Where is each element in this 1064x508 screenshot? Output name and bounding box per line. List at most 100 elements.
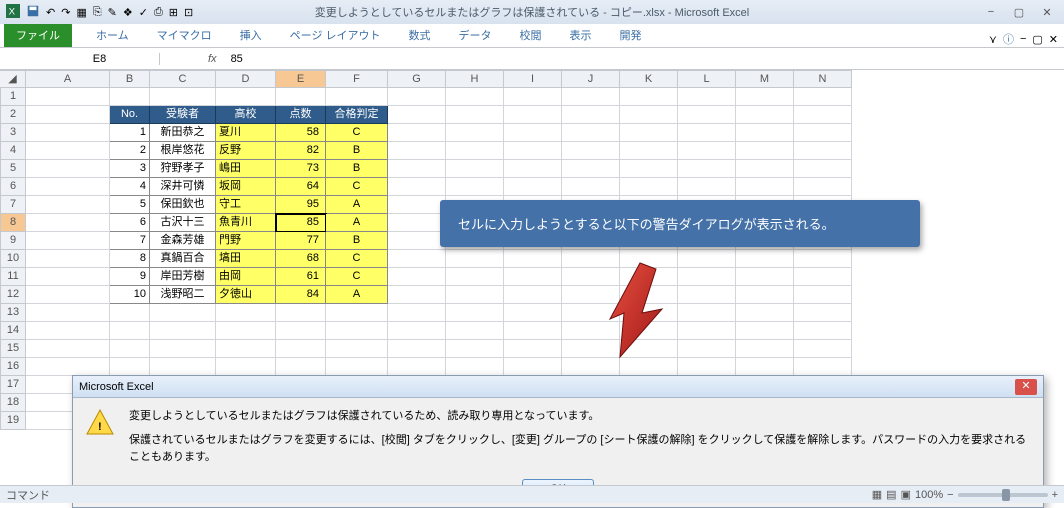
cell[interactable]: [446, 124, 504, 142]
qat-icon[interactable]: ▦: [76, 6, 86, 19]
cell[interactable]: [150, 88, 216, 106]
qat-icon[interactable]: ⎙: [154, 6, 163, 19]
cell[interactable]: [736, 178, 794, 196]
cell[interactable]: [26, 250, 110, 268]
cell[interactable]: [26, 160, 110, 178]
cell[interactable]: 夕徳山: [216, 286, 276, 304]
cell[interactable]: [794, 322, 852, 340]
cell[interactable]: 8: [110, 250, 150, 268]
dialog-close-button[interactable]: ✕: [1015, 379, 1037, 395]
cell[interactable]: C: [326, 268, 388, 286]
cell[interactable]: [794, 250, 852, 268]
tab-review[interactable]: 校閲: [506, 23, 556, 47]
cell[interactable]: 95: [276, 196, 326, 214]
cell[interactable]: 根岸悠花: [150, 142, 216, 160]
cell[interactable]: [276, 358, 326, 376]
cell[interactable]: [794, 340, 852, 358]
cell[interactable]: [620, 142, 678, 160]
cell[interactable]: [678, 322, 736, 340]
cell[interactable]: B: [326, 142, 388, 160]
redo-icon[interactable]: ↷: [61, 6, 70, 19]
col-header[interactable]: M: [736, 70, 794, 88]
cell[interactable]: [678, 178, 736, 196]
cell[interactable]: [794, 178, 852, 196]
cell[interactable]: [736, 88, 794, 106]
ribbon-close-icon[interactable]: ✕: [1049, 33, 1058, 46]
tab-data[interactable]: データ: [445, 23, 506, 47]
cell[interactable]: 点数: [276, 106, 326, 124]
maximize-button[interactable]: ▢: [1008, 4, 1030, 20]
cell[interactable]: [388, 124, 446, 142]
cell[interactable]: 7: [110, 232, 150, 250]
cell[interactable]: [504, 250, 562, 268]
cell[interactable]: [504, 322, 562, 340]
col-header[interactable]: J: [562, 70, 620, 88]
cell[interactable]: [562, 178, 620, 196]
cell[interactable]: 77: [276, 232, 326, 250]
cell[interactable]: B: [326, 160, 388, 178]
cell[interactable]: 73: [276, 160, 326, 178]
row-header[interactable]: 5: [0, 160, 26, 178]
cell[interactable]: 金森芳雄: [150, 232, 216, 250]
cell[interactable]: [678, 88, 736, 106]
cell[interactable]: [736, 124, 794, 142]
cell[interactable]: 嶋田: [216, 160, 276, 178]
cell[interactable]: 新田恭之: [150, 124, 216, 142]
cell[interactable]: [504, 124, 562, 142]
cell[interactable]: [736, 340, 794, 358]
cell[interactable]: [446, 160, 504, 178]
row-header[interactable]: 10: [0, 250, 26, 268]
row-header[interactable]: 1: [0, 88, 26, 106]
cell[interactable]: [504, 178, 562, 196]
cell[interactable]: [26, 214, 110, 232]
cell[interactable]: [276, 304, 326, 322]
cell[interactable]: 合格判定: [326, 106, 388, 124]
cell[interactable]: 4: [110, 178, 150, 196]
cell[interactable]: [736, 286, 794, 304]
tab-view[interactable]: 表示: [556, 23, 606, 47]
cell[interactable]: A: [326, 196, 388, 214]
row-header[interactable]: 13: [0, 304, 26, 322]
cell[interactable]: [216, 358, 276, 376]
cell[interactable]: 真鍋百合: [150, 250, 216, 268]
dialog-titlebar[interactable]: Microsoft Excel ✕: [73, 376, 1043, 398]
cell[interactable]: [276, 340, 326, 358]
cell[interactable]: [620, 106, 678, 124]
cell[interactable]: [678, 286, 736, 304]
cell[interactable]: [678, 340, 736, 358]
cell[interactable]: 反野: [216, 142, 276, 160]
cell[interactable]: [446, 304, 504, 322]
cell[interactable]: [562, 160, 620, 178]
cell[interactable]: 61: [276, 268, 326, 286]
cell[interactable]: No.: [110, 106, 150, 124]
cell[interactable]: [794, 304, 852, 322]
tab-mymacro[interactable]: マイマクロ: [143, 23, 226, 47]
cell[interactable]: [678, 124, 736, 142]
cell[interactable]: [620, 178, 678, 196]
zoom-controls[interactable]: ▦ ▤ ▣ 100% − +: [872, 488, 1058, 501]
ribbon-min-icon[interactable]: −: [1020, 33, 1026, 45]
save-icon[interactable]: [26, 4, 40, 21]
row-header[interactable]: 4: [0, 142, 26, 160]
cell[interactable]: [110, 358, 150, 376]
cell[interactable]: [26, 124, 110, 142]
cell[interactable]: [150, 340, 216, 358]
select-all-corner[interactable]: ◢: [0, 70, 26, 88]
cell[interactable]: [504, 358, 562, 376]
cell[interactable]: [562, 106, 620, 124]
cell[interactable]: [110, 304, 150, 322]
col-header[interactable]: C: [150, 70, 216, 88]
cell[interactable]: [388, 286, 446, 304]
cell[interactable]: [26, 106, 110, 124]
cell[interactable]: [562, 124, 620, 142]
cell[interactable]: [388, 358, 446, 376]
cell[interactable]: [110, 88, 150, 106]
cell[interactable]: [794, 88, 852, 106]
cell[interactable]: 夏川: [216, 124, 276, 142]
cell[interactable]: [150, 304, 216, 322]
cell[interactable]: [326, 358, 388, 376]
cell[interactable]: 深井可憐: [150, 178, 216, 196]
col-header[interactable]: A: [26, 70, 110, 88]
cell[interactable]: [326, 322, 388, 340]
cell[interactable]: 58: [276, 124, 326, 142]
